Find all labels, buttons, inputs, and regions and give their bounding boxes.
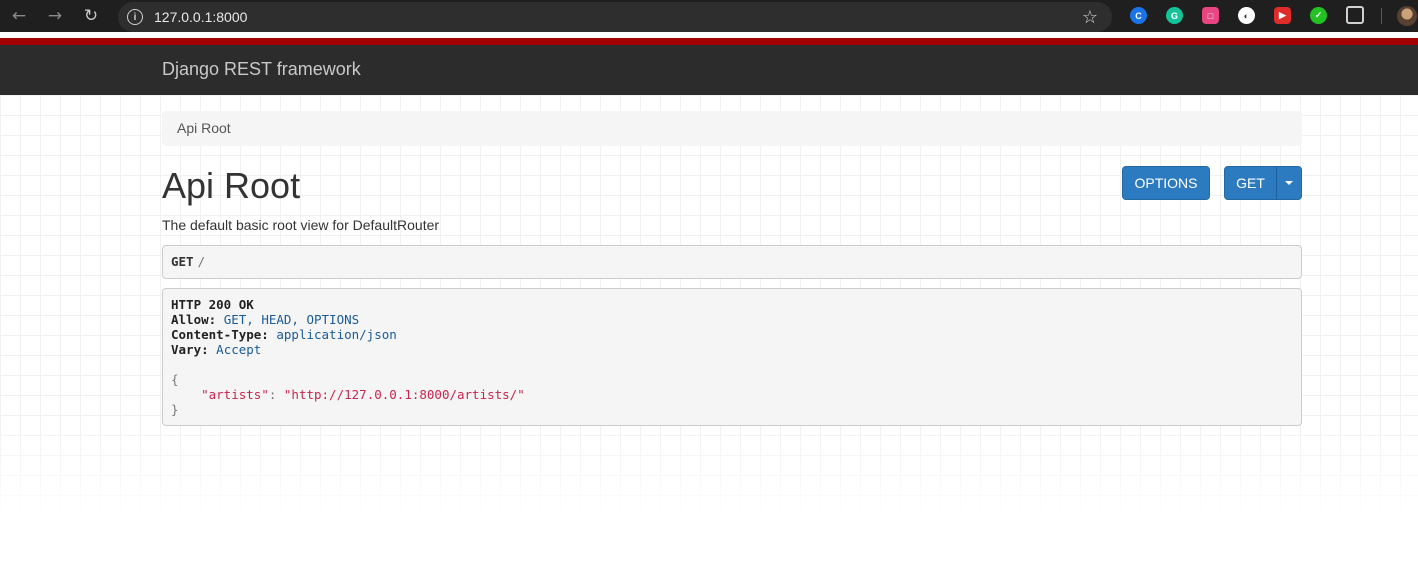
page-background-fade: [0, 425, 1418, 585]
get-format-dropdown-button[interactable]: [1276, 166, 1302, 200]
arrow-right-icon: →: [47, 6, 63, 26]
site-info-icon[interactable]: i: [127, 9, 143, 25]
json-close-brace: }: [171, 402, 179, 417]
request-info: GET /: [162, 245, 1302, 279]
youtube-extension-icon[interactable]: ▶: [1274, 7, 1291, 24]
extension-blue-icon[interactable]: C: [1130, 7, 1147, 24]
request-method: GET: [171, 254, 194, 269]
arrow-left-icon: ←: [11, 6, 27, 26]
view-description: The default basic root view for DefaultR…: [162, 217, 440, 233]
grammarly-icon[interactable]: G: [1166, 7, 1183, 24]
json-open-brace: {: [171, 372, 179, 387]
navbar-brand[interactable]: Django REST framework: [162, 59, 361, 80]
extension-green-icon[interactable]: ✓: [1310, 7, 1327, 24]
browser-toolbar: ← → ↻ i 127.0.0.1:8000 ☆ C G □ ◐ ▶ ✓: [0, 0, 1418, 32]
response-info: HTTP 200 OK Allow: GET, HEAD, OPTIONS Co…: [162, 288, 1302, 426]
header-key: Vary:: [171, 342, 209, 357]
page-content: Api Root Api Root OPTIONS GET The defaul…: [0, 95, 1418, 585]
forward-button[interactable]: →: [37, 0, 73, 32]
address-bar[interactable]: i 127.0.0.1:8000 ☆: [118, 2, 1112, 32]
header-key: Allow:: [171, 312, 217, 327]
profile-avatar[interactable]: [1397, 6, 1417, 26]
breadcrumb-item-api-root: Api Root: [177, 120, 231, 136]
toolbar-divider: [1381, 8, 1382, 24]
url-text[interactable]: 127.0.0.1:8000: [154, 9, 247, 25]
header-value: application/json: [276, 327, 397, 342]
page-title: Api Root: [162, 165, 301, 206]
navbar-accent-strip: [0, 38, 1418, 45]
reload-button[interactable]: ↻: [73, 0, 109, 32]
back-button[interactable]: ←: [1, 0, 37, 32]
header-key: Content-Type:: [171, 327, 269, 342]
get-button[interactable]: GET: [1224, 166, 1277, 200]
json-key: "artists": [201, 387, 269, 402]
extension-white-icon[interactable]: ◐: [1238, 7, 1255, 24]
json-separator: :: [268, 387, 284, 402]
header-value: Accept: [216, 342, 262, 357]
response-status: HTTP 200 OK: [171, 297, 254, 312]
breadcrumb: Api Root: [162, 111, 1302, 146]
extension-pink-icon[interactable]: □: [1202, 7, 1219, 24]
header-value: GET, HEAD, OPTIONS: [223, 312, 360, 327]
json-link-value[interactable]: "http://127.0.0.1:8000/artists/": [284, 387, 525, 402]
navbar: Django REST framework: [0, 45, 1418, 95]
bookmark-star-icon[interactable]: ☆: [1082, 7, 1098, 28]
reload-icon: ↻: [83, 6, 99, 26]
extensions-puzzle-icon[interactable]: [1346, 6, 1364, 24]
options-button[interactable]: OPTIONS: [1122, 166, 1210, 200]
caret-down-icon: [1285, 181, 1293, 185]
request-path: /: [197, 254, 206, 269]
